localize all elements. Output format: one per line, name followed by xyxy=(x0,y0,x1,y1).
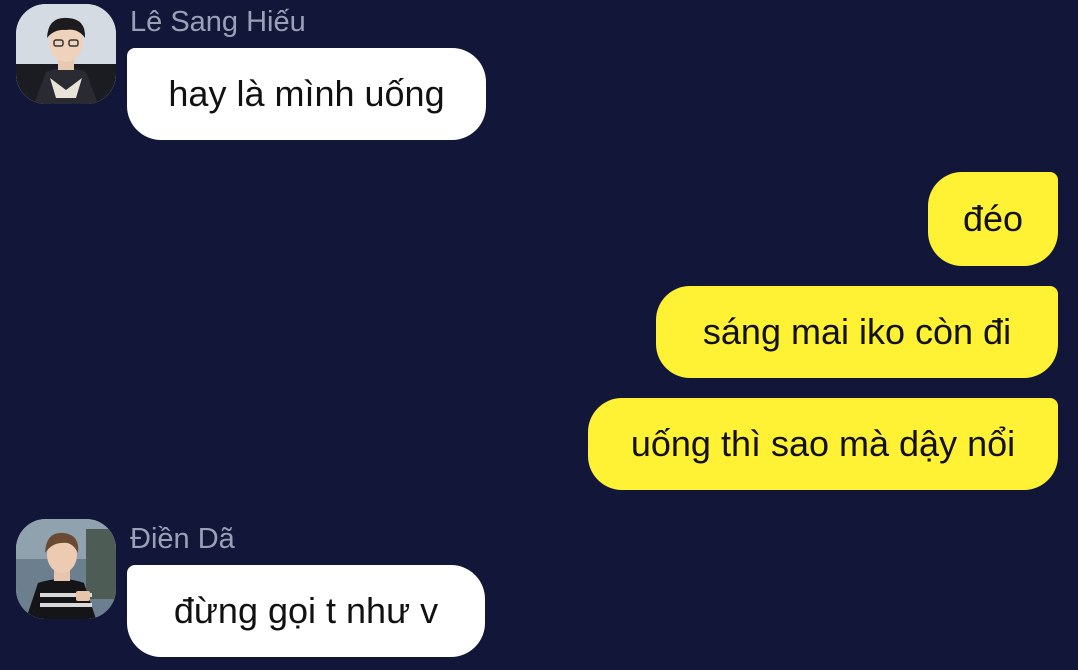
sender-name: Điền Dã xyxy=(130,523,235,555)
message-text: hay là mình uống xyxy=(168,73,445,114)
avatar-photo-hieu xyxy=(16,4,116,104)
message-bubble-outgoing[interactable]: sáng mai iko còn đi xyxy=(656,286,1058,378)
message-text: uống thì sao mà dậy nổi xyxy=(630,423,1016,464)
user-avatar-da-icon[interactable] xyxy=(16,519,116,619)
chat-thread: Lê Sang Hiếu hay là mình uống đéo sáng m… xyxy=(0,0,1078,670)
message-bubble-incoming[interactable]: đừng gọi t như v xyxy=(127,565,485,657)
user-avatar-hieu-icon[interactable] xyxy=(16,4,116,104)
sender-name: Lê Sang Hiếu xyxy=(130,6,306,38)
message-text: đừng gọi t như v xyxy=(173,590,439,631)
message-bubble-incoming[interactable]: hay là mình uống xyxy=(127,48,486,140)
message-text: đéo xyxy=(962,198,1024,239)
avatar-photo-da xyxy=(16,519,116,619)
message-bubble-outgoing[interactable]: uống thì sao mà dậy nổi xyxy=(588,398,1058,490)
message-text: sáng mai iko còn đi xyxy=(702,311,1012,352)
message-bubble-outgoing[interactable]: đéo xyxy=(928,172,1058,266)
